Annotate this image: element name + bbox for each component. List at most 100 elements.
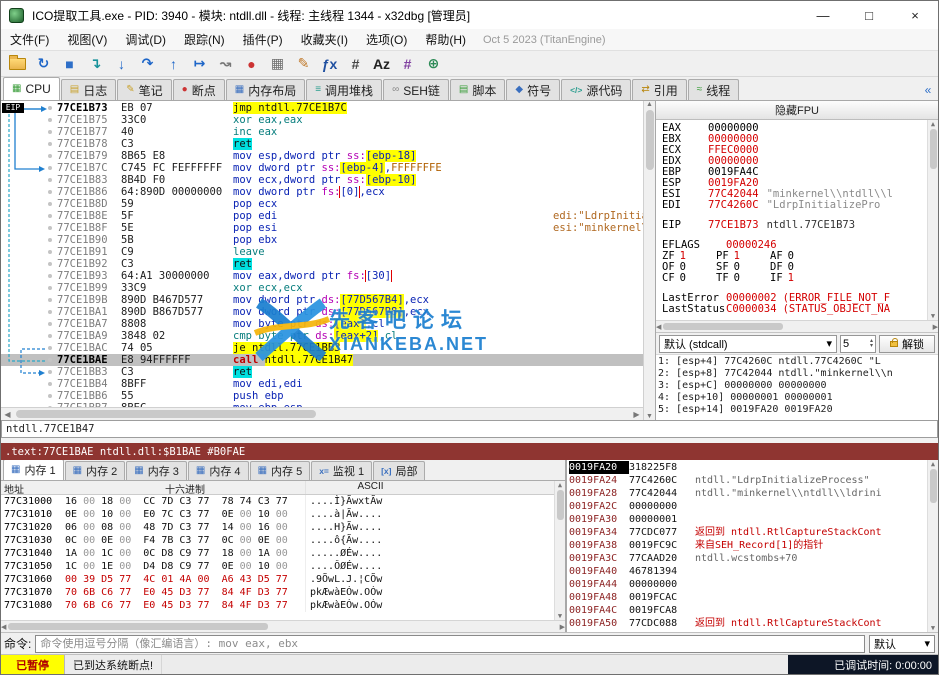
argument-row[interactable]: 1: [esp+4] 77C4260C ntdll.77C4260C "L [658,356,936,368]
tab-notes[interactable]: ✎笔记 [117,79,171,100]
tab-dump-2[interactable]: ▦内存 2 [65,461,126,480]
argument-row[interactable]: 3: [esp+C] 00000000 00000000 [658,380,936,392]
menu-trace[interactable]: 跟踪(N) [175,29,234,50]
scroll-right-arrow[interactable]: ▶ [933,323,938,331]
tab-locals[interactable]: [x]局部 [373,461,425,480]
breakpoint-gutter[interactable] [1,198,57,210]
scroll-left-arrow[interactable]: ◀ [656,323,661,331]
patch-icon[interactable]: ✎ [291,53,316,75]
breakpoint-gutter[interactable] [1,150,57,162]
maximize-button[interactable]: □ [846,1,892,29]
tab-cpu[interactable]: ▦CPU [3,77,60,100]
menu-debug[interactable]: 调试(D) [116,29,175,50]
disasm-row[interactable]: 77CE1B91 C9 leave [1,246,643,258]
stack-row[interactable]: 0019FA50 77CDC088 返回到 ntdll.RtlCaptureSt… [569,617,926,630]
dump-row[interactable]: 77C31060 00 39 D5 77 4C 01 4A 00 A6 43 D… [1,573,554,586]
scrollbar-thumb[interactable] [8,623,268,630]
stack-row[interactable]: 0019FA40 46781394 [569,565,926,578]
stack-row[interactable]: 0019FA28 77C42044 ntdll."minkernel\\ntdl… [569,487,926,500]
registers-vertical-scrollbar[interactable]: ▲ ▼ [927,120,938,320]
stack-row[interactable]: 0019FA44 00000000 [569,578,926,591]
command-mode-select[interactable]: 默认▾ [869,635,935,653]
scroll-up-arrow[interactable]: ▲ [646,101,653,108]
stack-row[interactable]: 0019FA2C 00000000 [569,500,926,513]
breakpoint-gutter[interactable] [1,294,57,306]
disasm-row[interactable]: 77CE1BA1 890D B867D577 mov dword ptr ds:… [1,306,643,318]
menu-plugins[interactable]: 插件(P) [234,29,292,50]
breakpoint-gutter[interactable] [1,366,57,378]
menu-file[interactable]: 文件(F) [1,29,58,50]
breakpoint-gutter[interactable] [1,210,57,222]
register-row-eip[interactable]: EIP 77CE1B73 ntdll.77CE1B73 [662,220,924,231]
minimize-button[interactable]: — [800,1,846,29]
references-icon[interactable]: # [395,53,420,75]
menu-favourites[interactable]: 收藏夹(I) [292,29,357,50]
tab-references[interactable]: ⇄引用 [632,79,686,100]
scrollbar-thumb[interactable] [663,323,783,330]
dump-row[interactable]: 77C31080 70 6B C6 77 E0 45 D3 77 84 4F D… [1,599,554,612]
disasm-row[interactable]: 77CE1B93 64:A1 30000000 mov eax,dword pt… [1,270,643,282]
disasm-row[interactable]: 77CE1BAE E8 94FFFFFF call ntdll.77CE1B47 [1,354,643,366]
scroll-right-arrow[interactable]: ▶ [630,410,643,419]
scrollbar-thumb[interactable] [930,129,937,169]
breakpoint-gutter[interactable] [1,246,57,258]
memory-map-icon[interactable]: ▦ [265,53,290,75]
calling-convention-select[interactable]: 默认 (stdcall)▾ [659,335,837,353]
spin-down-icon[interactable]: ▾ [870,344,873,349]
stack-row[interactable]: 0019FA24 77C4260C ntdll."LdrpInitializeP… [569,474,926,487]
disasm-vertical-scrollbar[interactable]: ▲ ▼ [643,101,655,420]
breakpoint-gutter[interactable] [1,114,57,126]
scroll-left-arrow[interactable]: ◀ [1,410,14,419]
stack-row[interactable]: 0019FA34 77CDC077 返回到 ntdll.RtlCaptureSt… [569,526,926,539]
register-row[interactable]: ESI 77C42044 "minkernel\\ntdll\\l [662,189,924,200]
restart-icon[interactable]: ↻ [31,53,56,75]
breakpoint-gutter[interactable] [1,282,57,294]
scroll-up-arrow[interactable]: ▲ [931,120,935,128]
tab-call-stack[interactable]: ≡调用堆栈 [306,79,382,100]
scrollbar-thumb[interactable] [930,469,937,503]
breakpoint-gutter[interactable] [1,222,57,234]
disasm-row[interactable]: 77CE1B92 C3 ret [1,258,643,270]
menu-help[interactable]: 帮助(H) [416,29,475,50]
stack-row[interactable]: 0019FA4C 0019FCA8 [569,604,926,617]
register-row[interactable]: EAX 00000000 [662,123,924,134]
scroll-down-arrow[interactable]: ▼ [646,413,653,420]
breakpoint-gutter[interactable] [1,270,57,282]
argument-row[interactable]: 2: [esp+8] 77C42044 ntdll."minkernel\\n [658,368,936,380]
dump-horizontal-scrollbar[interactable]: ◀ ▶ [1,620,565,632]
scroll-up-arrow[interactable]: ▲ [931,460,935,468]
trace-into-icon[interactable]: ↝ [213,53,238,75]
step-out-icon[interactable]: ↑ [161,53,186,75]
disasm-row[interactable]: 77CE1B83 8B4D F0 mov ecx,dword ptr ss:[e… [1,174,643,186]
disasm-row[interactable]: 77CE1B7C C745 FC FEFFFFFF mov dword ptr … [1,162,643,174]
stack-row[interactable]: 0019FA38 0019FC9C 来自SEH_Record[1]的指针 [569,539,926,552]
argument-row[interactable]: 5: [esp+14] 0019FA20 0019FA20 [658,404,936,416]
scroll-down-arrow[interactable]: ▼ [558,612,562,620]
disasm-row[interactable]: 77CE1B75 33C0 xor eax,eax [1,114,643,126]
tab-script[interactable]: ▤脚本 [450,79,505,100]
disasm-row[interactable]: 77CE1BB6 55 push ebp [1,390,643,402]
stack-row[interactable]: 0019FA48 0019FCAC [569,591,926,604]
breakpoint-gutter[interactable] [1,126,57,138]
cpu-flag[interactable]: CF0 [662,273,716,284]
disasm-row[interactable]: 77CE1BB3 C3 ret [1,366,643,378]
scroll-down-arrow[interactable]: ▼ [931,624,935,632]
close-button[interactable]: × [892,1,938,29]
breakpoint-gutter[interactable] [1,354,57,366]
disasm-row[interactable]: 77CE1B73 EB 07 jmp ntdll.77CE1B7C [1,102,643,114]
scrollbar-thumb[interactable] [557,490,564,520]
register-row[interactable]: EDI 77C4260C "LdrpInitializePro [662,200,924,211]
cpu-flag[interactable]: IF1 [770,273,824,284]
dump-row[interactable]: 77C31030 0C 00 0E 00 F4 7B C3 77 0C 00 0… [1,534,554,547]
disasm-row[interactable]: 77CE1BA7 8808 mov byte ptr ds:[eax],cl [1,318,643,330]
run-icon[interactable]: ↴ [83,53,108,75]
disasm-row[interactable]: 77CE1B78 C3 ret [1,138,643,150]
dump-row[interactable]: 77C31040 1A 00 1C 00 0C D8 C9 77 18 00 1… [1,547,554,560]
tab-watch-1[interactable]: x=监视 1 [311,461,372,480]
comments-icon[interactable]: # [343,53,368,75]
dump-row[interactable]: 77C31000 16 00 18 00 CC 7D C3 77 78 74 C… [1,495,554,508]
tab-dump-4[interactable]: ▦内存 4 [188,461,249,480]
dump-row[interactable]: 77C31050 1C 00 1E 00 D4 D8 C9 77 0E 00 1… [1,560,554,573]
disasm-row[interactable]: 77CE1B79 8B65 E8 mov esp,dword ptr ss:[e… [1,150,643,162]
breakpoints-icon[interactable]: ● [239,53,264,75]
